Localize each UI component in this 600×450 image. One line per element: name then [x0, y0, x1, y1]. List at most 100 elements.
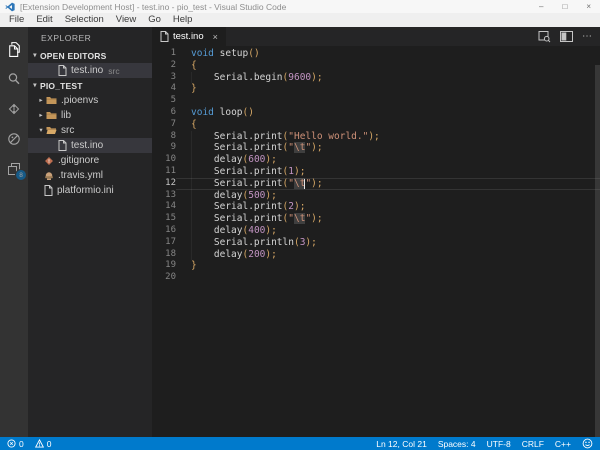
code-line-10[interactable]: 10 delay(600); [152, 154, 600, 166]
code-line-3[interactable]: 3 Serial.begin(9600); [152, 72, 600, 84]
line-number[interactable]: 9 [152, 142, 176, 154]
language-mode[interactable]: C++ [555, 439, 571, 449]
search-icon[interactable] [0, 64, 28, 94]
code-line-1[interactable]: 1void setup() [152, 48, 600, 60]
line-number[interactable]: 1 [152, 48, 176, 60]
line-number[interactable]: 7 [152, 119, 176, 131]
encoding-setting[interactable]: UTF-8 [487, 439, 511, 449]
line-number[interactable]: 11 [152, 166, 176, 178]
vertical-scrollbar[interactable] [595, 65, 600, 437]
code-line-15[interactable]: 15 Serial.print("\t"); [152, 213, 600, 225]
tree-item-travisyml[interactable]: .travis.yml [28, 168, 152, 183]
code-text [176, 272, 191, 284]
code-text: delay(600); [176, 154, 277, 166]
menu-file[interactable]: File [3, 13, 30, 27]
line-number[interactable]: 3 [152, 72, 176, 84]
title-bar: [Extension Development Host] - test.ino … [0, 0, 600, 13]
code-line-5[interactable]: 5 [152, 95, 600, 107]
tab-close-icon[interactable]: × [213, 32, 218, 42]
line-number[interactable]: 5 [152, 95, 176, 107]
code-line-9[interactable]: 9 Serial.print("\t"); [152, 142, 600, 154]
code-line-4[interactable]: 4} [152, 83, 600, 95]
code-line-6[interactable]: 6void loop() [152, 107, 600, 119]
tree-item-label: test.ino [71, 140, 103, 151]
minimize-button[interactable]: – [539, 0, 543, 13]
twistie-collapsed-icon: ▸ [36, 93, 46, 108]
code-line-20[interactable]: 20 [152, 272, 600, 284]
line-number[interactable]: 16 [152, 225, 176, 237]
code-text: Serial.begin(9600); [176, 72, 323, 84]
line-number[interactable]: 17 [152, 237, 176, 249]
line-number[interactable]: 19 [152, 260, 176, 272]
menu-go[interactable]: Go [142, 13, 167, 27]
indentation-setting[interactable]: Spaces: 4 [438, 439, 476, 449]
folder-icon [46, 96, 57, 105]
line-number[interactable]: 6 [152, 107, 176, 119]
code-text: Serial.print(2); [176, 201, 305, 213]
open-preview-icon[interactable] [538, 30, 551, 43]
code-line-13[interactable]: 13 delay(500); [152, 190, 600, 202]
code-line-11[interactable]: 11 Serial.print(1); [152, 166, 600, 178]
line-number[interactable]: 18 [152, 249, 176, 261]
error-count[interactable]: 0 [19, 439, 24, 449]
code-line-18[interactable]: 18 delay(200); [152, 249, 600, 261]
open-editors-section[interactable]: ▾ OPEN EDITORS [28, 48, 152, 63]
open-editor-filename: test.ino [71, 65, 103, 76]
line-number[interactable]: 12 [152, 178, 176, 190]
tree-item-label: .pioenvs [61, 95, 98, 106]
tree-item-platformioini[interactable]: platformio.ini [28, 183, 152, 198]
menu-edit[interactable]: Edit [30, 13, 58, 27]
code-text: Serial.print("Hello world."); [176, 131, 380, 143]
cursor-position[interactable]: Ln 12, Col 21 [376, 439, 427, 449]
activity-bar: 8 [0, 27, 28, 437]
menu-help[interactable]: Help [167, 13, 199, 27]
tree-item-gitignore[interactable]: .gitignore [28, 153, 152, 168]
code-line-14[interactable]: 14 Serial.print(2); [152, 201, 600, 213]
source-control-icon[interactable] [0, 94, 28, 124]
split-editor-icon[interactable] [560, 31, 573, 42]
line-number[interactable]: 10 [152, 154, 176, 166]
project-section[interactable]: ▾ PIO_TEST [28, 78, 152, 93]
code-text: void setup() [176, 48, 260, 60]
file-icon [58, 140, 67, 151]
tree-item-testino[interactable]: test.ino [28, 138, 152, 153]
line-number[interactable]: 4 [152, 83, 176, 95]
debug-icon[interactable] [0, 124, 28, 154]
line-number[interactable]: 13 [152, 190, 176, 202]
extensions-icon[interactable]: 8 [0, 154, 28, 184]
eol-setting[interactable]: CRLF [522, 439, 544, 449]
tree-item-lib[interactable]: ▸ lib [28, 108, 152, 123]
line-number[interactable]: 14 [152, 201, 176, 213]
code-line-7[interactable]: 7{ [152, 119, 600, 131]
menu-selection[interactable]: Selection [59, 13, 110, 27]
code-editor[interactable]: 1void setup()2{3 Serial.begin(9600);4}56… [152, 46, 600, 437]
line-number[interactable]: 15 [152, 213, 176, 225]
tree-item-src[interactable]: ▾ src [28, 123, 152, 138]
menu-bar: File Edit Selection View Go Help [0, 13, 600, 27]
menu-view[interactable]: View [110, 13, 142, 27]
open-editor-item-testino[interactable]: test.ino src [28, 63, 152, 78]
explorer-icon[interactable] [0, 34, 28, 64]
more-actions-icon[interactable]: ⋯ [582, 31, 592, 42]
code-line-19[interactable]: 19} [152, 260, 600, 272]
code-line-17[interactable]: 17 Serial.println(3); [152, 237, 600, 249]
code-text: { [176, 119, 197, 131]
maximize-button[interactable]: □ [562, 0, 567, 13]
code-text [176, 95, 191, 107]
line-number[interactable]: 20 [152, 272, 176, 284]
code-line-2[interactable]: 2{ [152, 60, 600, 72]
tab-testino[interactable]: test.ino × [152, 27, 226, 46]
code-line-16[interactable]: 16 delay(400); [152, 225, 600, 237]
warning-count[interactable]: 0 [47, 439, 52, 449]
feedback-smiley-icon[interactable] [582, 438, 593, 449]
close-button[interactable]: × [586, 0, 591, 13]
tree-item-pioenvs[interactable]: ▸ .pioenvs [28, 93, 152, 108]
code-line-8[interactable]: 8 Serial.print("Hello world."); [152, 131, 600, 143]
code-line-12[interactable]: 12 Serial.print("\t"); [152, 178, 600, 190]
line-number[interactable]: 8 [152, 131, 176, 143]
code-text: Serial.print("\t"); [176, 142, 323, 154]
warning-icon [35, 439, 44, 448]
tree-item-label: src [61, 125, 74, 136]
tab-bar: test.ino × ⋯ [152, 27, 600, 46]
line-number[interactable]: 2 [152, 60, 176, 72]
